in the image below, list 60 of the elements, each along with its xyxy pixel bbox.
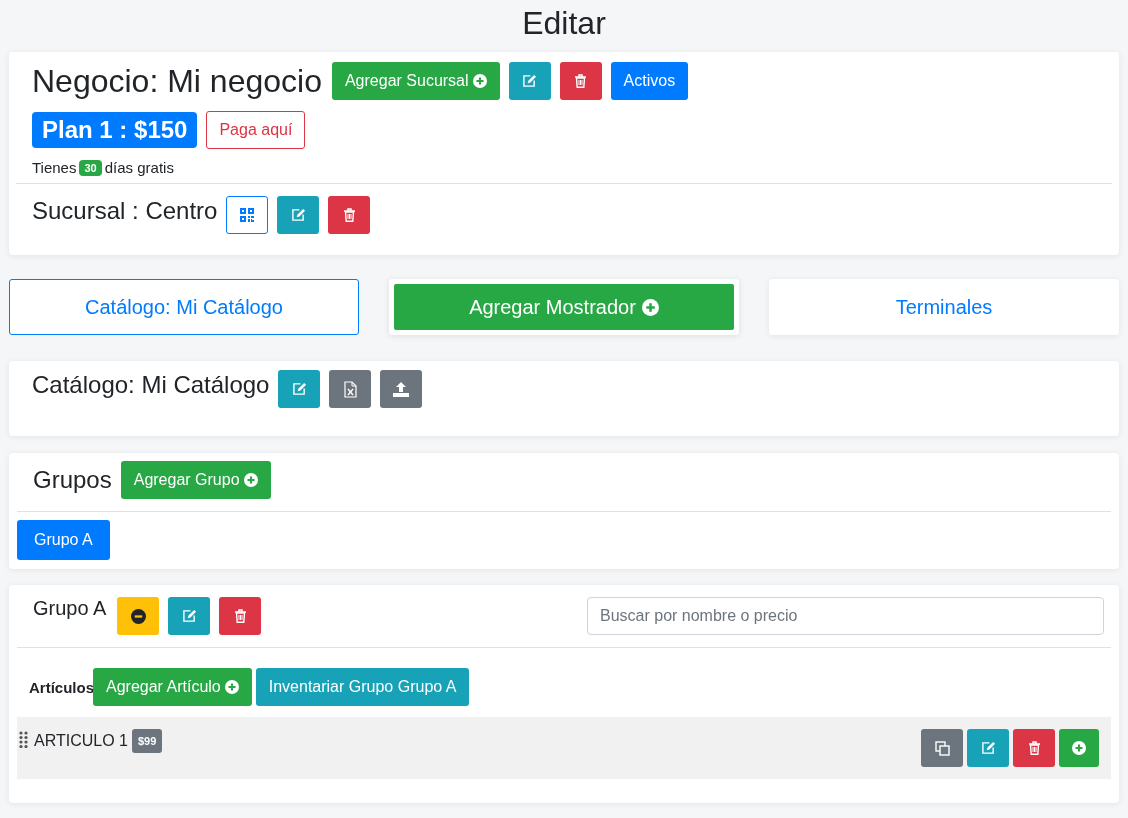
edit-icon [181,609,197,623]
plus-circle-icon [472,74,487,88]
delete-button[interactable] [219,597,262,635]
plus-circle-icon [243,473,258,487]
edit-icon [980,741,996,755]
group-button[interactable]: Grupo A [17,520,110,560]
plus-circle-icon [641,298,659,316]
copy-icon [934,740,950,756]
add-counter-button[interactable]: Agregar Mostrador [389,279,739,335]
upload-button[interactable] [380,370,423,408]
edit-icon [522,74,538,88]
collapse-button[interactable] [117,597,160,635]
search-field[interactable]: Buscar por nombre o precio [587,597,1104,635]
minus-circle-icon [130,608,146,624]
trash-icon [342,208,356,222]
groups-title: Grupos [32,465,112,495]
business-title: Negocio: Mi negocio [32,62,322,100]
days-badge: 30 [79,159,102,176]
delete-button[interactable] [328,196,371,234]
price-badge: $99 [131,729,163,753]
qr-code-icon [240,208,255,222]
plus-circle-icon [1072,741,1086,755]
nav-button[interactable]: Terminales [769,279,1119,335]
edit-icon [290,208,306,222]
excel-button[interactable] [329,370,372,408]
branch-title: Sucursal : Centro [32,196,218,226]
edit-button[interactable] [967,729,1009,767]
edit-button[interactable] [277,196,320,234]
drag-handle-icon[interactable] [19,731,29,748]
trash-icon [574,74,588,88]
trial-text: días gratis [104,159,174,176]
trash-icon [1027,741,1041,755]
edit-button[interactable] [508,62,551,100]
group-title: Grupo A [32,597,107,620]
edit-button[interactable] [168,597,211,635]
copy-button[interactable] [921,729,963,767]
plan-badge: Plan 1 : $150 [32,112,198,148]
add-button[interactable] [1059,729,1099,767]
add-button[interactable]: Agregar Sucursal [331,62,500,100]
delete-button[interactable] [1013,729,1055,767]
catalog-title: Catálogo: Mi Catálogo [31,370,270,400]
button[interactable]: Activos [610,62,689,100]
plus-circle-icon [224,680,239,694]
delete-button[interactable] [559,62,602,100]
upload-icon [393,381,410,397]
add-button[interactable]: Agregar Grupo [120,461,271,499]
spreadsheet-file-icon [343,380,357,398]
trash-icon [233,609,247,623]
article-name: ARTICULO 1 [34,732,128,750]
qr-button[interactable] [226,196,269,234]
nav-button[interactable]: Catálogo: Mi Catálogo [9,279,359,335]
inventory-button[interactable]: Inventariar Grupo Grupo A [255,668,470,706]
articles-label: Artículos [28,678,94,696]
trial-text: Tienes [32,159,77,176]
article-row[interactable]: ARTICULO 1 $99 [17,717,1111,779]
edit-button[interactable] [278,370,321,408]
pay-button[interactable]: Paga aquí [206,111,306,149]
page-title: Editar [521,4,607,43]
add-button[interactable]: Agregar Artículo [93,668,252,706]
edit-icon [291,382,307,396]
